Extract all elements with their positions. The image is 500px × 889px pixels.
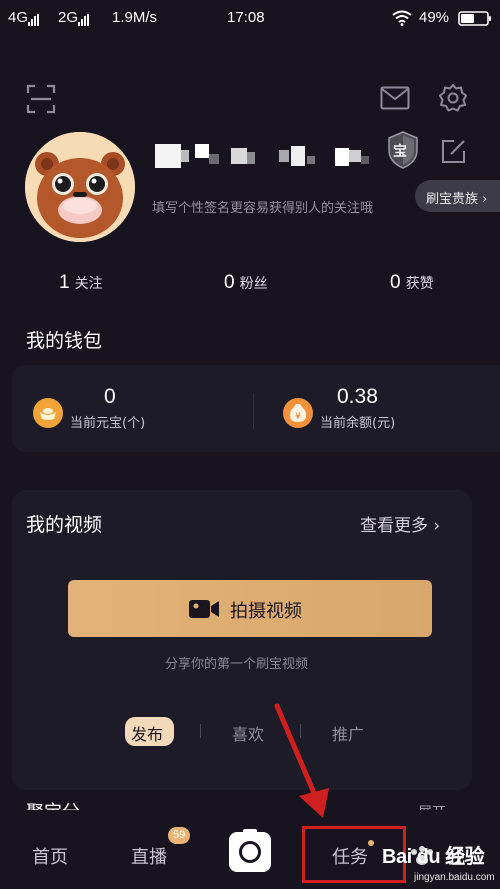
watermark-text: Bai du 经验 bbox=[382, 846, 485, 868]
signal-2-icon bbox=[78, 9, 90, 26]
annotation-arrow-icon bbox=[274, 703, 329, 818]
shoot-hint: 分享你的第一个刷宝视频 bbox=[165, 657, 309, 672]
nav-home[interactable]: 首页 bbox=[32, 843, 68, 869]
bio-text[interactable]: 填写个性签名更容易获得别人的关注哦 bbox=[152, 197, 373, 216]
vip-tag-button[interactable]: 刷宝贵族 › bbox=[415, 180, 500, 212]
nickname-mosaic bbox=[155, 140, 385, 170]
network-speed: 1.9M/s bbox=[112, 9, 158, 26]
svg-text:¥: ¥ bbox=[295, 412, 301, 422]
live-badge: 59 bbox=[168, 827, 191, 844]
tab-publish[interactable]: 发布 bbox=[125, 717, 174, 746]
shield-badge-char: 宝 bbox=[393, 144, 407, 160]
status-bar: 4G 2G 1.9M/s 17:08 49% bbox=[0, 0, 500, 36]
wallet-card bbox=[12, 365, 500, 452]
avatar[interactable] bbox=[25, 132, 135, 242]
wifi-icon bbox=[392, 10, 412, 26]
watermark-url: jingyan.baidu.com bbox=[414, 872, 495, 883]
ingot-icon bbox=[33, 398, 63, 428]
balance-value[interactable]: 0.38 bbox=[337, 385, 378, 409]
battery-icon bbox=[458, 11, 491, 26]
stat-value: 1 bbox=[59, 272, 70, 293]
gear-icon[interactable] bbox=[438, 83, 468, 113]
stat-value: 0 bbox=[224, 272, 235, 293]
shoot-video-label: 拍摄视频 bbox=[230, 601, 302, 622]
signal-1-icon bbox=[28, 9, 40, 26]
bear-avatar-icon bbox=[25, 132, 135, 242]
stat-label: 粉丝 bbox=[239, 276, 268, 292]
clock: 17:08 bbox=[227, 9, 265, 26]
stat-value: 0 bbox=[390, 272, 401, 293]
stat-followers[interactable]: 0 粉丝 bbox=[224, 272, 268, 294]
network-1: 4G bbox=[8, 9, 40, 26]
more-videos-link[interactable]: 查看更多 › bbox=[360, 511, 440, 536]
stat-label: 关注 bbox=[74, 276, 103, 292]
wallet-divider bbox=[253, 393, 254, 429]
tab-divider bbox=[200, 724, 201, 738]
edit-icon[interactable] bbox=[440, 137, 468, 165]
stat-label: 获赞 bbox=[405, 276, 434, 292]
videos-title: 我的视频 bbox=[26, 514, 103, 536]
stat-likes[interactable]: 0 获赞 bbox=[390, 272, 434, 294]
wallet-title: 我的钱包 bbox=[26, 330, 103, 352]
tab-promote[interactable]: 推广 bbox=[332, 721, 364, 745]
camera-button[interactable] bbox=[229, 829, 271, 872]
ingot-label[interactable]: 当前元宝(个) bbox=[70, 412, 145, 431]
video-camera-icon bbox=[189, 600, 219, 618]
network-2: 2G bbox=[58, 9, 90, 26]
nav-live[interactable]: 直播 bbox=[131, 843, 167, 869]
battery-level: 49% bbox=[419, 9, 450, 26]
mail-icon[interactable] bbox=[380, 86, 410, 110]
stat-following[interactable]: 1 关注 bbox=[59, 272, 103, 294]
ingot-value[interactable]: 0 bbox=[104, 385, 116, 409]
scan-icon[interactable] bbox=[26, 84, 56, 114]
balance-label[interactable]: 当前余额(元) bbox=[320, 412, 395, 431]
money-bag-icon: ¥ bbox=[283, 398, 313, 428]
